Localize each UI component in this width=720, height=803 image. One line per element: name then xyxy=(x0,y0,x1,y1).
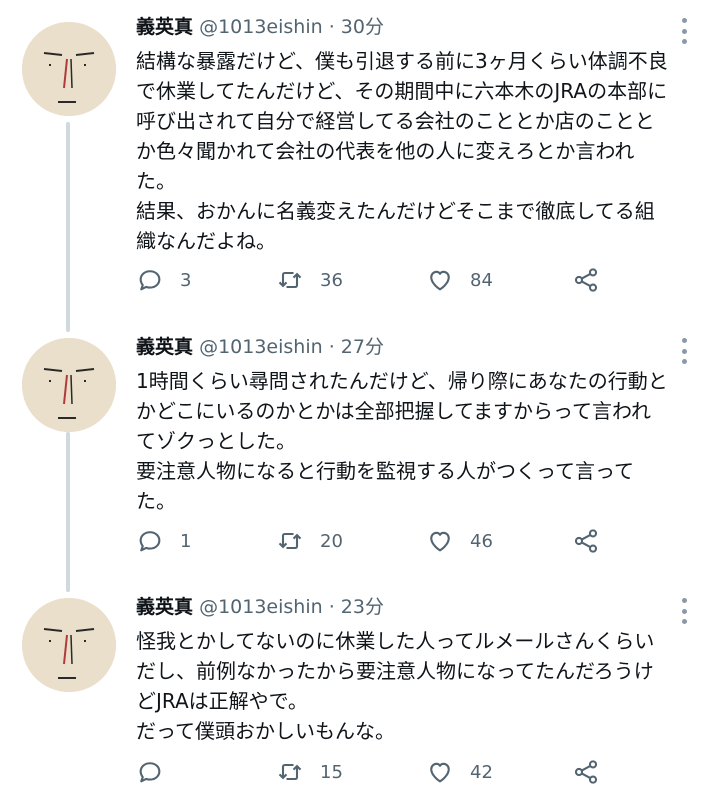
like-button[interactable]: 42 xyxy=(426,756,493,788)
avatar[interactable] xyxy=(22,22,116,116)
retweet-count: 20 xyxy=(320,530,343,552)
like-button[interactable]: 84 xyxy=(426,264,493,296)
retweet-button[interactable]: 20 xyxy=(276,525,343,557)
user-handle[interactable]: @1013eishin xyxy=(199,596,323,618)
display-name[interactable]: 義英真 xyxy=(136,596,193,618)
like-count: 42 xyxy=(470,761,493,783)
tweet-line: 呼び出されて自分で経営してる会社のこととか店のことと xyxy=(136,109,655,133)
timestamp[interactable]: 27分 xyxy=(341,336,384,358)
tweet-line: 怪我とかしてないのに休業した人ってルメールさんくらい xyxy=(136,629,655,653)
reply-count: 3 xyxy=(180,269,192,291)
tweet-actions: 1 20 46 xyxy=(136,525,616,557)
share-button[interactable] xyxy=(572,756,600,788)
tweet-line: 結果、おかんに名義変えたんだけどそこまで徹底してる組 xyxy=(136,199,655,223)
like-button[interactable]: 46 xyxy=(426,525,493,557)
share-button[interactable] xyxy=(572,264,600,296)
share-icon xyxy=(574,268,598,292)
more-vertical-icon[interactable] xyxy=(676,598,692,624)
timestamp[interactable]: 23分 xyxy=(341,596,384,618)
tweet-line: た。 xyxy=(136,169,176,193)
like-count: 84 xyxy=(470,269,493,291)
tweet-line: 要注意人物になると行動を監視する人がつくって言って xyxy=(136,459,634,483)
tweet-line: てゾクっとした。 xyxy=(136,429,296,453)
retweet-icon xyxy=(278,532,302,550)
display-name[interactable]: 義英真 xyxy=(136,16,193,38)
share-button[interactable] xyxy=(572,525,600,557)
tweet-line: だって僕頭おかしいもんな。 xyxy=(136,719,395,743)
avatar[interactable] xyxy=(22,598,116,692)
reply-bubble-icon xyxy=(139,270,161,291)
separator-dot: · xyxy=(328,16,335,38)
tweet-line: 1時間くらい尋問されたんだけど、帰り際にあなたの行動と xyxy=(136,369,668,393)
like-count: 46 xyxy=(470,530,493,552)
tweet-text: 1時間くらい尋問されたんだけど、帰り際にあなたの行動と かどこにいるのかとかは全… xyxy=(136,366,706,516)
retweet-count: 36 xyxy=(320,269,343,291)
tweet-text: 結構な暴露だけど、僕も引退する前に3ヶ月くらい体調不良 で休業してたんだけど、そ… xyxy=(136,46,706,256)
timestamp[interactable]: 30分 xyxy=(341,16,384,38)
display-name[interactable]: 義英真 xyxy=(136,336,193,358)
heart-icon xyxy=(430,531,450,552)
tweet-header: 義英真 @1013eishin · 30分 xyxy=(136,12,384,42)
tweet-line: た。 xyxy=(136,489,176,513)
separator-dot: · xyxy=(328,596,335,618)
tweet-header: 義英真 @1013eishin · 23分 xyxy=(136,592,384,622)
reply-bubble-icon xyxy=(139,531,161,552)
tweet-line: 結構な暴露だけど、僕も引退する前に3ヶ月くらい体調不良 xyxy=(136,49,668,73)
retweet-icon xyxy=(278,763,302,781)
retweet-count: 15 xyxy=(320,761,343,783)
tweet-line: 織なんだよね。 xyxy=(136,229,276,253)
tweet-text: 怪我とかしてないのに休業した人ってルメールさんくらい だし、前例なかったから要注… xyxy=(136,626,706,746)
tweet-line: かどこにいるのかとかは全部把握してますからって言われ xyxy=(136,399,651,423)
heart-icon xyxy=(430,762,450,783)
share-icon xyxy=(574,760,598,784)
cartoon-face-avatar xyxy=(22,22,116,116)
thread-connector xyxy=(66,432,70,592)
tweet-line: か色々聞かれて会社の代表を他の人に変えろとか言われ xyxy=(136,139,635,163)
reply-bubble-icon xyxy=(139,762,161,783)
tweet-header: 義英真 @1013eishin · 27分 xyxy=(136,332,384,362)
retweet-icon xyxy=(278,271,302,289)
reply-button[interactable]: 1 xyxy=(136,525,191,557)
avatar[interactable] xyxy=(22,338,116,432)
reply-count: 1 xyxy=(180,530,192,552)
thread-connector xyxy=(66,122,70,332)
cartoon-face-avatar xyxy=(22,598,116,692)
tweet-line: だし、前例なかったから要注意人物になってたんだろうけ xyxy=(136,659,654,683)
tweet-actions: 3 36 84 xyxy=(136,264,616,296)
retweet-button[interactable]: 36 xyxy=(276,264,343,296)
tweet-line: で休業してたんだけど、その期間中に六本木のJRAの本部に xyxy=(136,79,668,103)
tweet-line: どJRAは正解やで。 xyxy=(136,689,308,713)
retweet-button[interactable]: 15 xyxy=(276,756,343,788)
more-vertical-icon[interactable] xyxy=(676,18,692,44)
heart-icon xyxy=(430,270,450,291)
share-icon xyxy=(574,529,598,553)
reply-button[interactable]: 3 xyxy=(136,264,191,296)
reply-button[interactable] xyxy=(136,756,180,788)
user-handle[interactable]: @1013eishin xyxy=(199,16,323,38)
separator-dot: · xyxy=(328,336,335,358)
tweet-actions: 15 42 xyxy=(136,756,616,788)
user-handle[interactable]: @1013eishin xyxy=(199,336,323,358)
more-vertical-icon[interactable] xyxy=(676,338,692,364)
cartoon-face-avatar xyxy=(22,338,116,432)
